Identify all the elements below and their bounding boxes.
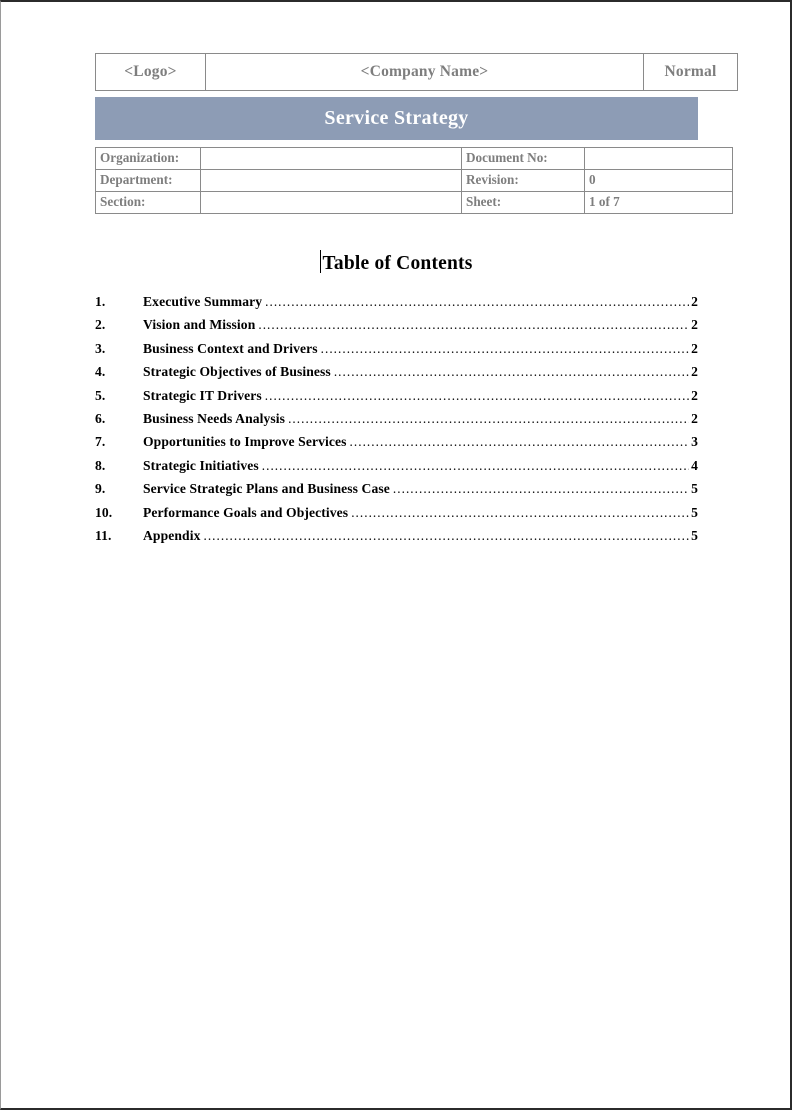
toc-entry-number: 2. [95,317,106,333]
toc-entry[interactable]: 11. Appendix.............................… [95,528,698,551]
toc-entry-number: 11. [95,527,112,543]
revision-label: Revision: [461,169,585,192]
toc-dot-leader: ........................................… [320,340,689,356]
toc-entry-number: 1. [95,294,106,309]
toc-entry[interactable]: 7. Opportunities to Improve Services.....… [95,434,698,457]
toc-dot-leader: ........................................… [392,481,689,497]
toc-entry-number: 8. [95,457,106,473]
toc-entry-page-number: 2 [691,340,698,356]
document-header-table: <Logo> <Company Name> Normal [95,53,738,91]
sheet-label: Sheet: [461,191,585,214]
section-value[interactable] [200,191,462,214]
toc-entry-number: 9. [95,481,106,497]
document-title-banner: Service Strategy [95,97,698,140]
toc-entry-page-number: 2 [691,317,698,333]
toc-entry-number: 3. [95,340,106,356]
toc-dot-leader: ........................................… [333,364,689,380]
toc-entry-number: 10. [95,504,113,520]
toc-entry-page-number: 2 [691,410,698,426]
table-of-contents-heading: Table of Contents [95,250,698,275]
toc-entry[interactable]: 1. Executive Summary.....................… [95,294,698,317]
toc-entry[interactable]: 9. Service Strategic Plans and Business C… [95,481,698,504]
toc-dot-leader: ........................................… [264,387,689,403]
toc-heading-text: Table of Contents [322,253,473,274]
toc-dot-leader: ........................................… [203,527,689,543]
toc-entry-number: 7. [95,434,106,450]
organization-value[interactable] [200,147,462,170]
toc-entry-label[interactable]: Appendix [143,528,202,544]
toc-entry-label[interactable]: Business Context and Drivers [143,341,320,357]
company-name-cell[interactable]: <Company Name> [205,53,644,91]
toc-entry-label[interactable]: Strategic Objectives of Business [143,364,333,380]
toc-entry-label[interactable]: Performance Goals and Objectives [143,505,350,521]
toc-dot-leader: ........................................… [288,410,689,426]
toc-dot-leader: ........................................… [349,434,689,450]
toc-dot-leader: ........................................… [351,504,689,520]
toc-entry-label[interactable]: Vision and Mission [143,317,257,333]
revision-value[interactable]: 0 [584,169,733,192]
toc-entry-number: 4. [95,364,106,380]
toc-entry[interactable]: 2. Vision and Mission....................… [95,317,698,340]
document-content: <Logo> <Company Name> Normal Service Str… [95,53,738,551]
status-cell[interactable]: Normal [643,53,738,91]
toc-dot-leader: ........................................… [258,317,689,333]
section-label: Section: [95,191,201,214]
toc-entry[interactable]: 4. Strategic Objectives of Business......… [95,364,698,387]
toc-entry-label[interactable]: Strategic IT Drivers [143,388,264,404]
table-row: Organization: Document No: [95,147,733,170]
toc-entry-page-number: 2 [691,364,698,380]
logo-cell[interactable]: <Logo> [95,53,206,91]
header-row: <Logo> <Company Name> Normal [95,53,738,91]
toc-entry[interactable]: 3. Business Context and Drivers..........… [95,341,698,364]
document-metadata-table: Organization: Document No: Department: R… [95,147,733,214]
table-of-contents-list: 1. Executive Summary.....................… [95,294,698,551]
toc-entry-page-number: 2 [691,294,698,309]
toc-entry-page-number: 5 [691,481,698,497]
department-value[interactable] [200,169,462,192]
document-no-value[interactable] [584,147,733,170]
toc-entry-page-number: 2 [691,387,698,403]
toc-entry-label[interactable]: Business Needs Analysis [143,411,287,427]
toc-entry[interactable]: 6. Business Needs Analysis...............… [95,411,698,434]
table-row: Department: Revision: 0 [95,169,733,192]
toc-dot-leader: ........................................… [265,294,689,309]
toc-entry[interactable]: 5. Strategic IT Drivers..................… [95,388,698,411]
organization-label: Organization: [95,147,201,170]
toc-entry-page-number: 4 [691,457,698,473]
toc-dot-leader: ........................................… [261,457,689,473]
toc-entry[interactable]: 8. Strategic Initiatives.................… [95,458,698,481]
toc-entry-label[interactable]: Executive Summary [143,294,264,310]
table-row: Section: Sheet: 1 of 7 [95,191,733,214]
department-label: Department: [95,169,201,192]
document-title: Service Strategy [324,107,469,129]
toc-entry-page-number: 5 [691,527,698,543]
document-page: <Logo> <Company Name> Normal Service Str… [0,0,792,1110]
toc-entry-number: 6. [95,410,106,426]
sheet-value[interactable]: 1 of 7 [584,191,733,214]
toc-entry-page-number: 5 [691,504,698,520]
toc-entry-label[interactable]: Service Strategic Plans and Business Cas… [143,481,392,497]
toc-entry-number: 5. [95,387,106,403]
toc-entry-label[interactable]: Strategic Initiatives [143,458,261,474]
toc-entry[interactable]: 10. Performance Goals and Objectives.....… [95,505,698,528]
toc-entry-label[interactable]: Opportunities to Improve Services [143,434,349,450]
document-no-label: Document No: [461,147,585,170]
toc-entry-page-number: 3 [691,434,698,450]
